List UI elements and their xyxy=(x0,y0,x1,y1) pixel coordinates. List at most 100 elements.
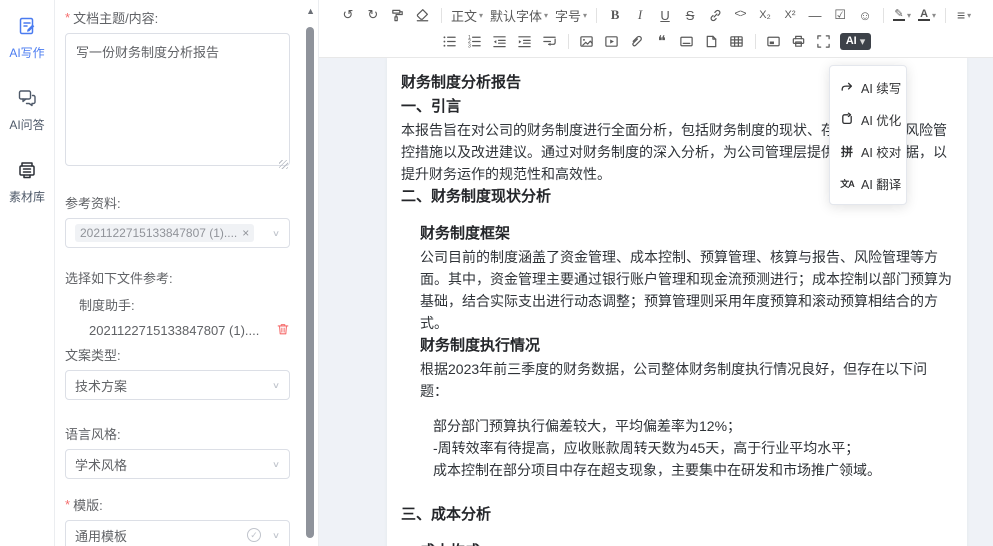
chat-icon xyxy=(17,88,37,113)
insert-video-icon[interactable] xyxy=(603,30,621,52)
document-paragraph: 三、成本分析 xyxy=(401,503,953,527)
sidebar-item-ai-qa[interactable]: AI问答 xyxy=(9,88,44,133)
redo-button[interactable]: ↻ xyxy=(364,4,382,26)
fullscreen-icon[interactable] xyxy=(815,30,833,52)
check-circle-icon: ✓ xyxy=(247,528,261,542)
horizontal-rule-button[interactable]: — xyxy=(806,4,824,26)
line-break-icon[interactable] xyxy=(541,30,559,52)
numbered-list-icon[interactable]: 123 xyxy=(466,30,484,52)
template-label: * 模版: xyxy=(65,495,290,514)
chevron-down-icon: ∨ xyxy=(272,228,280,238)
caret-down-icon: ▾ xyxy=(583,11,587,20)
document-paragraph: 公司目前的制度涵盖了资金管理、成本控制、预算管理、核算与报告、风险管理等方面。其… xyxy=(401,246,953,334)
format-painter-icon[interactable] xyxy=(389,4,407,26)
emoji-button[interactable]: ☺ xyxy=(856,4,874,26)
indent-icon[interactable] xyxy=(516,30,534,52)
italic-button[interactable]: I xyxy=(631,4,649,26)
toolbar-row-2: 123 xyxy=(319,28,993,54)
font-family-dropdown[interactable]: 默认字体▾ xyxy=(490,4,548,26)
style-select[interactable]: 学术风格 ∨ xyxy=(65,449,290,479)
optimize-icon xyxy=(839,112,855,126)
chevron-down-icon: ∨ xyxy=(272,530,280,540)
continue-writing-icon xyxy=(839,80,855,94)
blockquote-icon[interactable]: ❝ xyxy=(653,30,671,52)
scrollbar-up-icon[interactable]: ▲ xyxy=(306,6,315,16)
required-asterisk: * xyxy=(65,497,70,512)
resize-handle[interactable] xyxy=(279,160,288,169)
caret-down-icon: ▾ xyxy=(907,11,911,20)
menu-item-ai-translate[interactable]: 文A AI 翻译 xyxy=(830,167,906,199)
font-size-dropdown[interactable]: 字号▾ xyxy=(555,4,587,26)
required-asterisk: * xyxy=(65,10,70,25)
superscript-button[interactable]: X² xyxy=(781,4,799,26)
doc-type-select[interactable]: 技术方案 ∨ xyxy=(65,370,290,400)
link-icon[interactable] xyxy=(706,4,724,26)
ai-tools-dropdown[interactable]: AI ▾ xyxy=(840,33,872,50)
toolbar-row-1: ↺ ↻ 正文▾ 默认字体▾ 字号▾ B xyxy=(319,2,993,28)
divider xyxy=(883,8,884,23)
template-select[interactable]: 通用模板 ✓ ∨ xyxy=(65,520,290,546)
font-color-dropdown[interactable]: A ▾ xyxy=(918,4,936,26)
nav-rail: AI写作 AI问答 素材库 xyxy=(0,0,55,546)
reference-label: 参考资料: xyxy=(65,193,290,212)
sidebar-item-label: AI写作 xyxy=(9,44,44,61)
doc-edit-icon xyxy=(17,16,37,41)
eraser-icon[interactable] xyxy=(414,4,432,26)
ai-menu: AI 续写 AI 优化 拼 AI 校对 文A AI 翻译 xyxy=(829,65,907,205)
reference-select[interactable]: 2021122715133847807 (1).... × ∨ xyxy=(65,218,290,248)
print-icon[interactable] xyxy=(790,30,808,52)
divider xyxy=(945,8,946,23)
highlight-color-dropdown[interactable]: ✎ ▾ xyxy=(893,4,911,26)
editor-region: ↺ ↻ 正文▾ 默认字体▾ 字号▾ B xyxy=(318,0,993,546)
embed-icon[interactable] xyxy=(765,30,783,52)
panel-scrollbar-thumb[interactable] xyxy=(306,27,314,538)
caret-down-icon: ▾ xyxy=(932,11,936,20)
bullet-list-icon[interactable] xyxy=(441,30,459,52)
document-paragraph: 成本控制在部分项目中存在超支现象，主要集中在研发和市场推广领域。 xyxy=(401,459,953,481)
menu-item-ai-optimize[interactable]: AI 优化 xyxy=(830,103,906,135)
align-dropdown[interactable]: ≡ ▾ xyxy=(955,4,973,26)
undo-button[interactable]: ↺ xyxy=(339,4,357,26)
sidebar-item-ai-writing[interactable]: AI写作 xyxy=(9,16,44,61)
svg-text:3: 3 xyxy=(468,43,471,49)
code-button[interactable]: <> xyxy=(731,4,749,26)
insert-image-icon[interactable] xyxy=(578,30,596,52)
file-row: 2021122715133847807 (1).... xyxy=(65,322,290,339)
file-name: 2021122715133847807 (1).... xyxy=(89,323,259,338)
insert-table-icon[interactable] xyxy=(728,30,746,52)
caret-down-icon: ▾ xyxy=(479,11,483,20)
chevron-down-icon: ∨ xyxy=(272,459,280,469)
attachment-icon[interactable] xyxy=(628,30,646,52)
outdent-icon[interactable] xyxy=(491,30,509,52)
topic-label: * 文档主题/内容: xyxy=(65,8,290,27)
sidebar-item-label: 素材库 xyxy=(9,188,45,205)
bold-button[interactable]: B xyxy=(606,4,624,26)
document-paragraph: 财务制度执行情况 xyxy=(401,334,953,358)
reference-tag: 2021122715133847807 (1).... × xyxy=(75,224,254,242)
sidebar-item-label: AI问答 xyxy=(9,116,44,133)
menu-item-ai-continue[interactable]: AI 续写 xyxy=(830,71,906,103)
style-label: 语言风格: xyxy=(65,424,290,443)
topic-input[interactable]: 写一份财务制度分析报告 xyxy=(65,33,290,166)
task-list-button[interactable]: ☑ xyxy=(831,4,849,26)
document-paragraph: -周转效率有待提高，应收账款周转天数为45天，高于行业平均水平； xyxy=(401,437,953,459)
paragraph-style-dropdown[interactable]: 正文▾ xyxy=(451,4,483,26)
library-icon xyxy=(17,160,37,185)
underline-button[interactable]: U xyxy=(656,4,674,26)
trash-icon[interactable] xyxy=(276,322,290,339)
chevron-down-icon: ∨ xyxy=(272,380,280,390)
subscript-button[interactable]: X₂ xyxy=(756,4,774,26)
page-break-icon[interactable] xyxy=(703,30,721,52)
file-section-label: 选择如下文件参考: xyxy=(65,268,290,287)
form-panel: * 文档主题/内容: 写一份财务制度分析报告 参考资料: 20211227151… xyxy=(55,0,318,546)
menu-item-ai-proofread[interactable]: 拼 AI 校对 xyxy=(830,135,906,167)
app-window: AI写作 AI问答 素材库 xyxy=(0,0,993,546)
caret-down-icon: ▾ xyxy=(544,11,548,20)
strikethrough-button[interactable]: S xyxy=(681,4,699,26)
divider xyxy=(755,34,756,49)
editor-toolbar: ↺ ↻ 正文▾ 默认字体▾ 字号▾ B xyxy=(319,0,993,58)
sidebar-item-material-library[interactable]: 素材库 xyxy=(9,160,45,205)
divider xyxy=(596,8,597,23)
remove-tag-icon[interactable]: × xyxy=(242,226,249,240)
divider-block-icon[interactable] xyxy=(678,30,696,52)
